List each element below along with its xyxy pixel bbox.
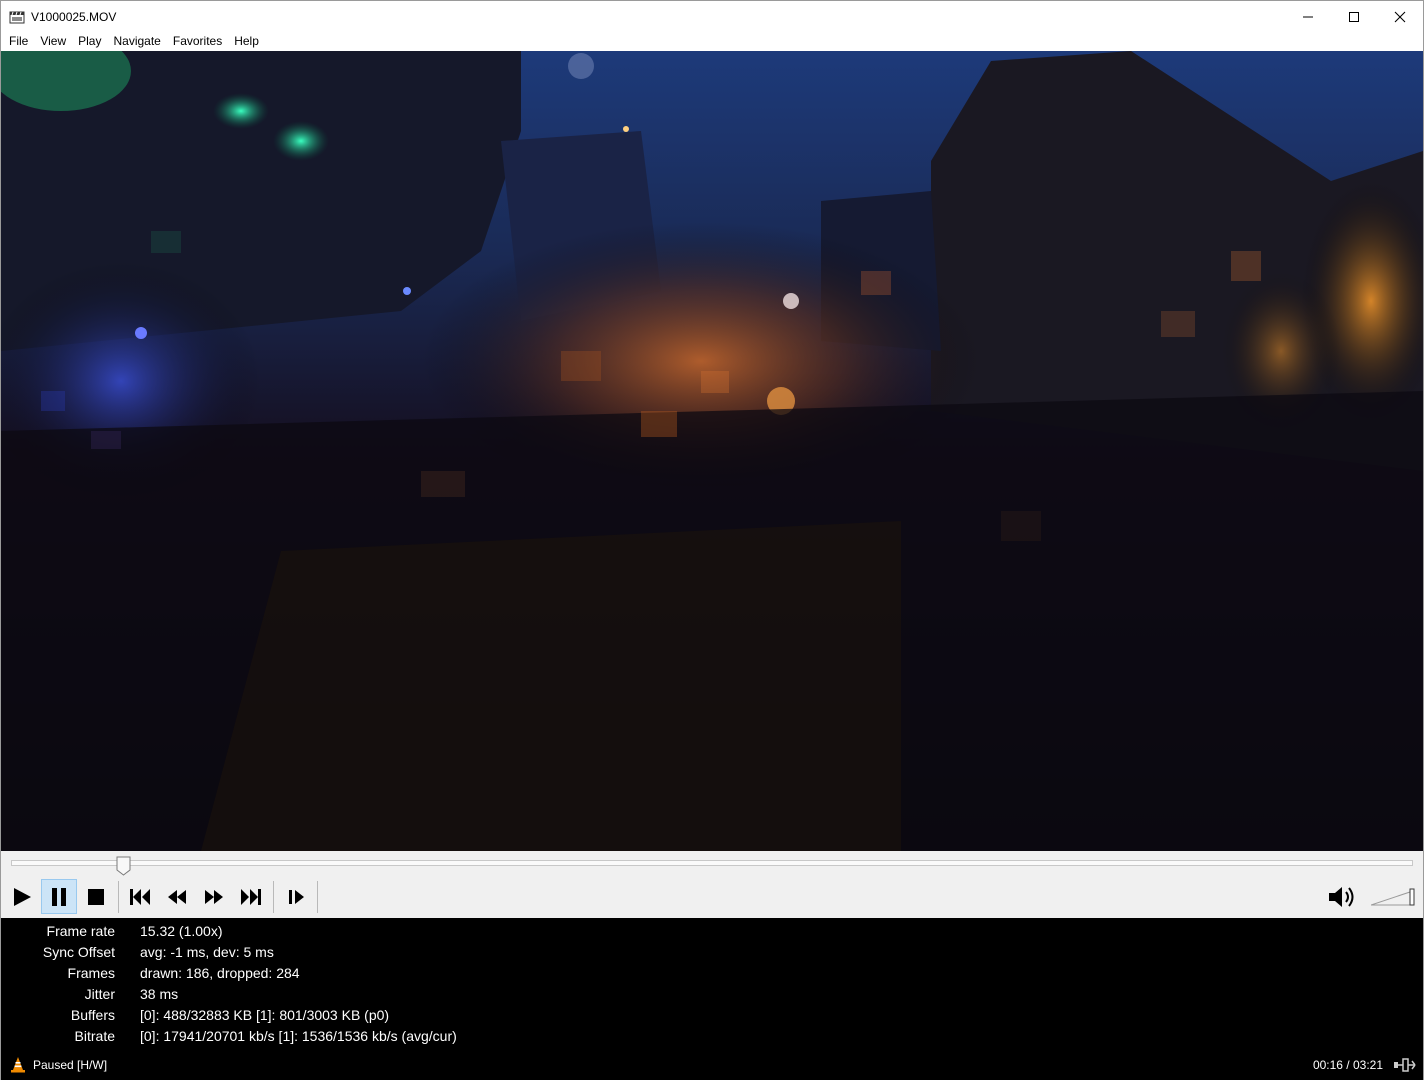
stat-label: Jitter: [84, 986, 115, 1002]
previous-button[interactable]: [122, 879, 158, 914]
stat-value: [0]: 17941/20701 kb/s [1]: 1536/1536 kb/…: [140, 1028, 457, 1044]
play-button[interactable]: [4, 879, 40, 914]
stat-row: Sync Offset avg: -1 ms, dev: 5 ms: [1, 941, 1423, 962]
play-icon: [14, 887, 31, 906]
stat-row: Jitter 38 ms: [1, 983, 1423, 1004]
player-window: V1000025.MOV File View Play Navigate Fav…: [0, 0, 1424, 1080]
mute-button[interactable]: [1326, 883, 1360, 911]
playback-controls: [1, 877, 1423, 918]
seek-track[interactable]: [11, 860, 1413, 866]
maximize-icon: [1349, 11, 1359, 22]
stop-button[interactable]: [78, 879, 114, 914]
title-bar[interactable]: V1000025.MOV: [1, 1, 1423, 32]
seek-thumb[interactable]: [116, 856, 131, 876]
rewind-icon: [168, 889, 186, 904]
skip-forward-icon: [241, 888, 261, 905]
app-icon: [9, 9, 25, 25]
playback-status: Paused [H/W]: [33, 1058, 108, 1072]
next-button[interactable]: [233, 879, 269, 914]
close-icon: [1394, 11, 1406, 22]
time-display[interactable]: 00:16 / 03:21: [1313, 1058, 1383, 1072]
separator: [273, 881, 274, 913]
stat-label: Buffers: [70, 1007, 115, 1023]
close-button[interactable]: [1377, 1, 1423, 32]
frame-step-icon: [289, 889, 304, 904]
stat-label: Sync Offset: [42, 944, 115, 960]
stat-value: avg: -1 ms, dev: 5 ms: [140, 944, 274, 960]
fast-forward-button[interactable]: [196, 879, 232, 914]
stat-label: Frame rate: [46, 923, 115, 939]
menu-navigate[interactable]: Navigate: [107, 32, 166, 51]
fast-forward-icon: [205, 889, 223, 904]
stat-label: Frames: [67, 965, 115, 981]
video-frame: [1, 51, 1423, 851]
stat-label: Bitrate: [74, 1028, 115, 1044]
volume-slider[interactable]: [1370, 885, 1419, 907]
minimize-icon: [1303, 16, 1313, 17]
maximize-button[interactable]: [1331, 1, 1377, 32]
network-icon: [1393, 1057, 1417, 1076]
menu-play[interactable]: Play: [72, 32, 107, 51]
menu-help[interactable]: Help: [228, 32, 265, 51]
statistics-panel: Frame rate 15.32 (1.00x) Sync Offset avg…: [1, 918, 1423, 1050]
status-bar: Paused [H/W] 00:16 / 03:21: [1, 1050, 1423, 1080]
menu-file[interactable]: File: [3, 32, 34, 51]
pause-icon: [52, 887, 66, 906]
stat-value: [0]: 488/32883 KB [1]: 801/3003 KB (p0): [140, 1007, 390, 1023]
stat-row: Frames drawn: 186, dropped: 284: [1, 962, 1423, 983]
separator: [118, 881, 119, 913]
menu-favorites[interactable]: Favorites: [167, 32, 228, 51]
minimize-button[interactable]: [1285, 1, 1331, 32]
stat-value: drawn: 186, dropped: 284: [140, 965, 300, 981]
volume-icon: [1329, 887, 1354, 907]
vlc-cone-icon: [10, 1056, 26, 1076]
stat-row: Bitrate [0]: 17941/20701 kb/s [1]: 1536/…: [1, 1025, 1423, 1046]
seek-bar[interactable]: [1, 851, 1423, 877]
separator: [317, 881, 318, 913]
pause-button[interactable]: [41, 879, 77, 914]
stat-value: 38 ms: [140, 986, 179, 1002]
skip-back-icon: [130, 888, 150, 905]
stat-row: Frame rate 15.32 (1.00x): [1, 920, 1423, 941]
video-display[interactable]: [1, 51, 1423, 851]
menu-bar: File View Play Navigate Favorites Help: [1, 32, 1423, 51]
menu-view[interactable]: View: [34, 32, 72, 51]
stat-value: 15.32 (1.00x): [140, 923, 223, 939]
rewind-button[interactable]: [159, 879, 195, 914]
frame-step-button[interactable]: [279, 879, 315, 914]
stat-row: Buffers [0]: 488/32883 KB [1]: 801/3003 …: [1, 1004, 1423, 1025]
window-title: V1000025.MOV: [31, 9, 117, 24]
stop-icon: [88, 888, 104, 905]
